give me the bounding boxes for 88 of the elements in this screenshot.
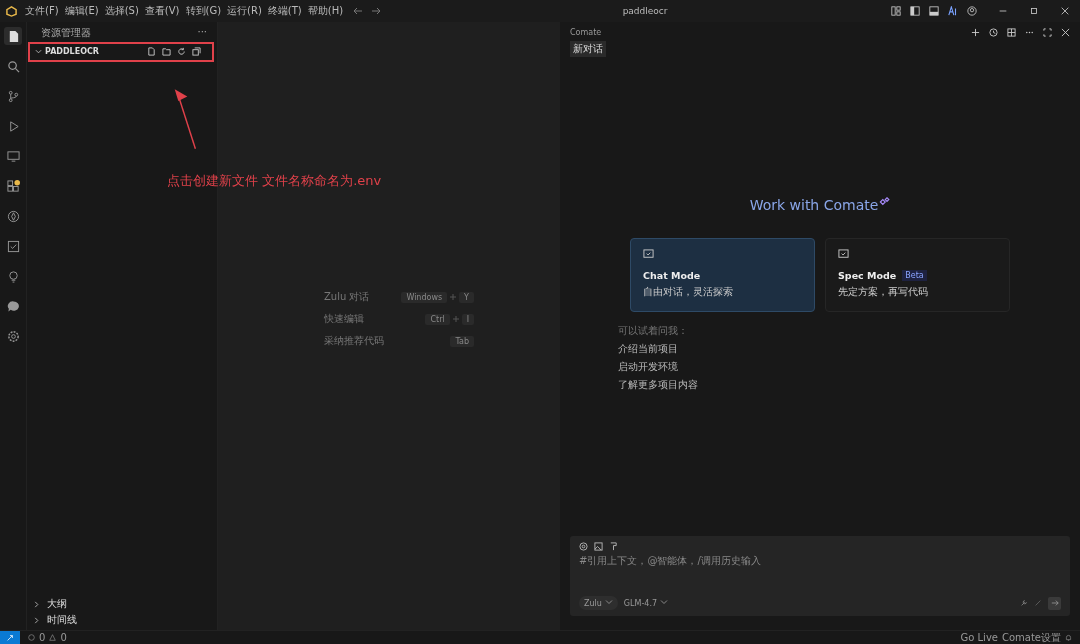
send-button[interactable] [1048, 596, 1061, 610]
search-icon[interactable] [6, 59, 20, 73]
app-logo-icon [6, 5, 17, 17]
key-cap: Tab [450, 335, 474, 347]
welcome-heading: Work with Comate [749, 197, 879, 213]
prompt-icon[interactable] [609, 542, 618, 551]
menu-item[interactable]: 终端(T) [267, 4, 302, 18]
remote-button[interactable] [0, 631, 20, 644]
compass-icon[interactable] [6, 209, 20, 223]
fullscreen-icon[interactable] [1043, 28, 1052, 37]
go-live-button[interactable]: Go Live [960, 632, 998, 643]
agent-selector[interactable]: Zulu [579, 596, 618, 610]
section-header[interactable]: 时间线 [47, 613, 77, 627]
bell-icon[interactable] [1065, 634, 1072, 641]
menu-item[interactable]: 文件(F) [25, 4, 59, 18]
account-icon[interactable] [967, 6, 977, 16]
warning-count[interactable]: 0 [60, 632, 67, 643]
chat-bubble-icon[interactable] [6, 299, 20, 313]
error-count[interactable]: 0 [39, 632, 46, 643]
key-cap: Windows [401, 291, 448, 303]
wrench-icon[interactable] [1020, 599, 1028, 607]
back-arrow-icon[interactable] [353, 6, 364, 16]
close-icon[interactable] [1061, 28, 1070, 37]
panel-title: Comate [570, 28, 602, 37]
add-icon[interactable] [971, 28, 980, 37]
search-field[interactable]: paddleocr [495, 6, 796, 16]
grid-icon[interactable] [1007, 28, 1016, 37]
checklist-icon[interactable] [6, 239, 20, 253]
mode-card[interactable]: Spec Mode Beta 先定方案，再写代码 [825, 238, 1010, 312]
plus-icon [452, 316, 459, 322]
beta-badge: Beta [902, 270, 927, 281]
remote-arrow-icon [6, 633, 14, 642]
shortcut-label: 快速编辑 [324, 312, 364, 326]
shortcut-label: Zulu 对话 [324, 290, 370, 304]
forward-arrow-icon[interactable] [371, 6, 382, 16]
new-file-icon[interactable] [147, 47, 156, 56]
extensions-icon[interactable] [6, 179, 20, 193]
chat-check-icon [643, 249, 654, 260]
menu-item[interactable]: 编辑(E) [64, 4, 99, 18]
ai-icon[interactable] [948, 6, 958, 16]
conversation-tab[interactable]: 新对话 [570, 41, 606, 57]
menu-item[interactable]: 帮助(H) [307, 4, 344, 18]
shortcut-label: 采纳推荐代码 [324, 334, 384, 348]
more-button[interactable]: ··· [197, 26, 207, 40]
folder-name[interactable]: PADDLEOCR [45, 47, 99, 56]
collapse-all-icon[interactable] [192, 47, 201, 56]
mode-title: Chat Mode [643, 270, 701, 281]
image-icon[interactable] [594, 542, 603, 551]
branch-icon[interactable] [6, 89, 20, 103]
mode-description: 先定方案，再写代码 [838, 285, 929, 299]
annotation-text: 点击创建新文件 文件名称命名为.env [167, 172, 382, 190]
warning-icon [49, 634, 57, 641]
send-arrow-icon [1050, 599, 1059, 607]
refresh-icon[interactable] [177, 47, 186, 56]
menu-item[interactable]: 运行(R) [227, 4, 262, 18]
key-cap: Ctrl [425, 313, 450, 325]
comate-settings-button[interactable]: Comate设置 [1001, 630, 1061, 644]
plus-icon [450, 294, 457, 300]
menu-item[interactable]: 查看(V) [144, 4, 180, 18]
mode-card[interactable]: Chat Mode 自由对话，灵活探索 [630, 238, 815, 312]
mode-description: 自由对话，灵活探索 [643, 285, 734, 299]
layout-icon[interactable] [891, 6, 901, 16]
close-icon[interactable] [1060, 6, 1070, 16]
suggestion-link[interactable]: 介绍当前项目 [618, 342, 698, 356]
sparkle-icon [878, 197, 891, 207]
suggestions-title: 可以试着问我： [618, 324, 689, 338]
caret-icon [604, 598, 613, 606]
sidebar-title: 资源管理器 [41, 26, 91, 40]
monitor-icon[interactable] [6, 149, 20, 163]
mode-title: Spec Mode [838, 270, 897, 281]
error-icon [28, 634, 35, 641]
section-header[interactable]: 大纲 [47, 597, 67, 611]
chevron-down-icon[interactable] [35, 48, 42, 55]
suggestion-link[interactable]: 了解更多项目内容 [618, 378, 698, 392]
history-icon[interactable] [989, 28, 998, 37]
key-cap: Y [459, 291, 474, 303]
restore-icon[interactable] [1029, 6, 1039, 16]
new-folder-icon[interactable] [162, 47, 171, 56]
menu-item[interactable]: 选择(S) [104, 4, 139, 18]
settings-icon[interactable] [6, 329, 20, 343]
model-selector[interactable]: GLM-4.7 [623, 598, 668, 608]
caret-icon [660, 598, 668, 606]
sidebar-toggle-icon[interactable] [910, 6, 920, 16]
panel-toggle-icon[interactable] [929, 6, 939, 16]
bulb-icon[interactable] [6, 269, 20, 283]
menu-item[interactable]: 转到(G) [185, 4, 222, 18]
suggestion-link[interactable]: 启动开发环境 [618, 360, 698, 374]
chat-input[interactable]: #引用上下文，@智能体，/调用历史输入 [579, 555, 1061, 566]
